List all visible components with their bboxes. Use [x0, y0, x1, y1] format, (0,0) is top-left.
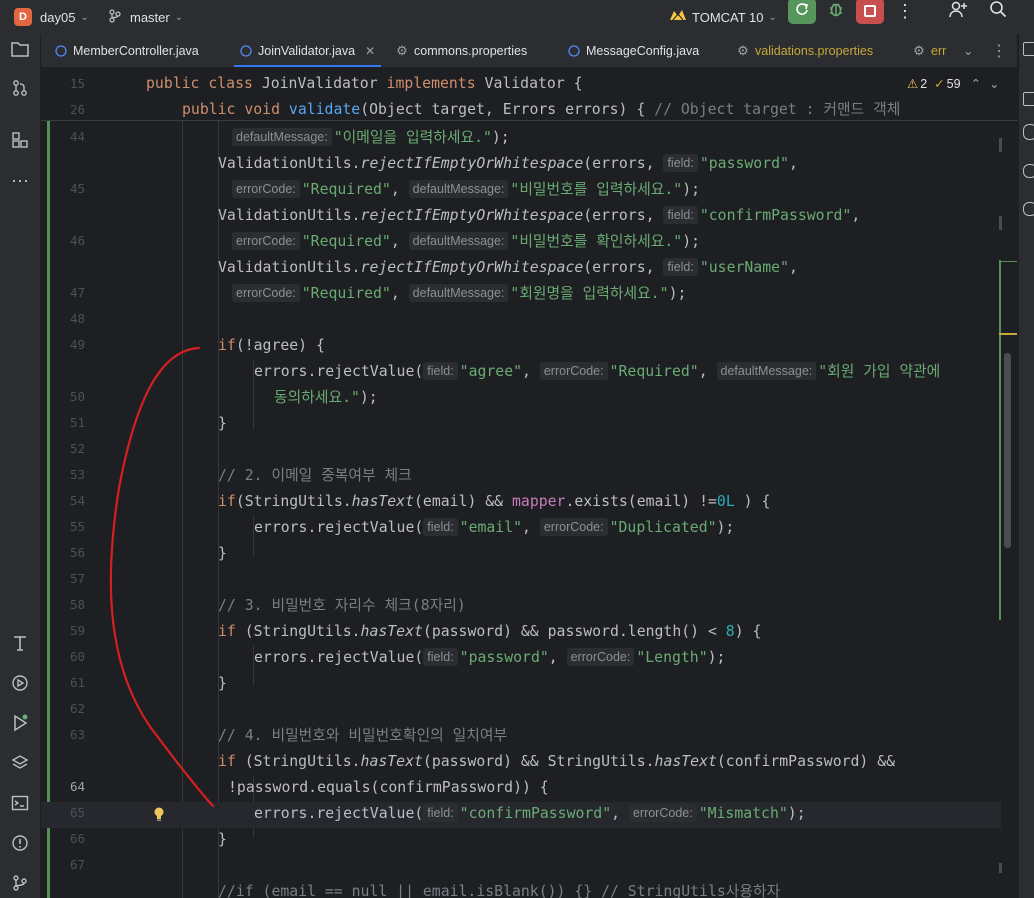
chevron-down-icon: ⌄ — [963, 44, 974, 58]
code-editor[interactable]: 44 45 46 47 48 49 50 51 52 53 54 55 56 5… — [41, 68, 1018, 898]
tab-label: JoinValidator.java — [258, 43, 356, 58]
branch-name: master — [130, 9, 170, 25]
run-config-selector[interactable]: TOMCAT 10 ⌄ — [668, 0, 777, 34]
tab-join-validator[interactable]: JoinValidator.java ✕ — [233, 34, 382, 67]
structure-tool-button[interactable] — [9, 131, 31, 153]
tomcat-icon — [668, 8, 688, 27]
gear-icon: ⚙ — [737, 42, 749, 58]
title-bar: D day05 ⌄ master ⌄ TOMCAT 10 ⌄ ⋮ — [0, 0, 1034, 35]
tab-label: MemberController.java — [73, 43, 199, 58]
search-icon — [989, 0, 1007, 23]
tabs-more-button[interactable]: ⋮ — [991, 34, 1007, 67]
problems-tool-button[interactable] — [9, 834, 31, 856]
maven-icon[interactable] — [1023, 92, 1034, 106]
notifications-icon[interactable] — [1023, 42, 1034, 56]
tab-message-config[interactable]: MessageConfig.java — [568, 34, 699, 67]
tab-label: err — [931, 43, 947, 58]
commit-tool-button[interactable] — [9, 79, 31, 101]
text-tool-icon — [11, 634, 29, 657]
rerun-button[interactable] — [788, 0, 816, 24]
project-selector[interactable]: D day05 ⌄ — [14, 0, 89, 34]
chevron-down-icon: ⌄ — [80, 11, 89, 23]
more-actions-button[interactable]: ⋮ — [892, 0, 918, 24]
rerun-icon — [794, 1, 810, 22]
run-icon — [11, 714, 29, 737]
structure-icon — [11, 131, 29, 154]
editor-tabs: MemberController.java JoinValidator.java… — [41, 34, 1017, 68]
layers-icon — [11, 754, 29, 777]
search-button[interactable] — [985, 0, 1011, 24]
run-config-name: TOMCAT 10 — [692, 9, 764, 25]
services-tool-button[interactable] — [9, 674, 31, 696]
tab-member-controller[interactable]: MemberController.java — [55, 34, 199, 67]
folder-icon — [11, 41, 29, 62]
chevron-down-icon: ⌄ — [174, 11, 184, 23]
tab-label: MessageConfig.java — [586, 43, 700, 58]
tab-errors-properties[interactable]: ⚙ err — [913, 34, 946, 67]
branch-selector[interactable]: master ⌄ — [108, 0, 183, 34]
project-name: day05 — [40, 9, 76, 25]
tabs-dropdown-button[interactable]: ⌄ — [963, 34, 973, 67]
add-user-icon — [948, 0, 968, 23]
git-branch-icon — [108, 8, 122, 26]
terminal-icon — [11, 794, 29, 817]
stop-icon — [864, 5, 876, 17]
add-user-button[interactable] — [945, 0, 971, 24]
tab-label: validations.properties — [755, 43, 874, 58]
git-icon — [11, 874, 29, 897]
close-icon[interactable]: ✕ — [365, 44, 375, 58]
debug-button[interactable] — [823, 0, 849, 24]
terminal-tool-button[interactable] — [9, 794, 31, 816]
gear-icon: ⚙ — [396, 42, 408, 58]
run-tool-button[interactable] — [9, 714, 31, 736]
layers-tool-button[interactable] — [9, 754, 31, 776]
more-vertical-icon: ⋮ — [991, 42, 1007, 60]
tab-label: commons.properties — [414, 43, 528, 58]
chevron-down-icon: ⌄ — [768, 11, 777, 23]
problems-icon — [11, 834, 29, 857]
gear-icon: ⚙ — [913, 42, 925, 58]
more-vertical-icon: ⋮ — [896, 0, 914, 21]
copilot-icon[interactable] — [1023, 164, 1034, 178]
project-badge: D — [14, 8, 32, 26]
right-tool-strip — [1018, 34, 1034, 898]
endpoints-tool-button[interactable] — [9, 634, 31, 656]
java-class-icon — [568, 44, 580, 57]
tab-validations-properties[interactable]: ⚙ validations.properties — [737, 34, 873, 67]
tab-commons-properties[interactable]: ⚙ commons.properties — [396, 34, 527, 67]
gradle-icon[interactable] — [1023, 202, 1034, 216]
services-icon — [11, 674, 29, 697]
bug-icon — [827, 0, 845, 23]
left-tool-strip: ⋯ — [0, 34, 41, 898]
vcs-icon — [11, 79, 29, 102]
database-icon[interactable] — [1023, 124, 1034, 140]
java-class-icon — [240, 44, 252, 57]
more-tools-button[interactable]: ⋯ — [9, 170, 31, 192]
git-tool-button[interactable] — [9, 874, 31, 896]
project-tool-button[interactable] — [9, 40, 31, 62]
java-class-icon — [55, 44, 67, 57]
more-horizontal-icon: ⋯ — [11, 170, 29, 191]
stop-button[interactable] — [856, 0, 884, 24]
red-annotation-curve — [109, 346, 215, 808]
